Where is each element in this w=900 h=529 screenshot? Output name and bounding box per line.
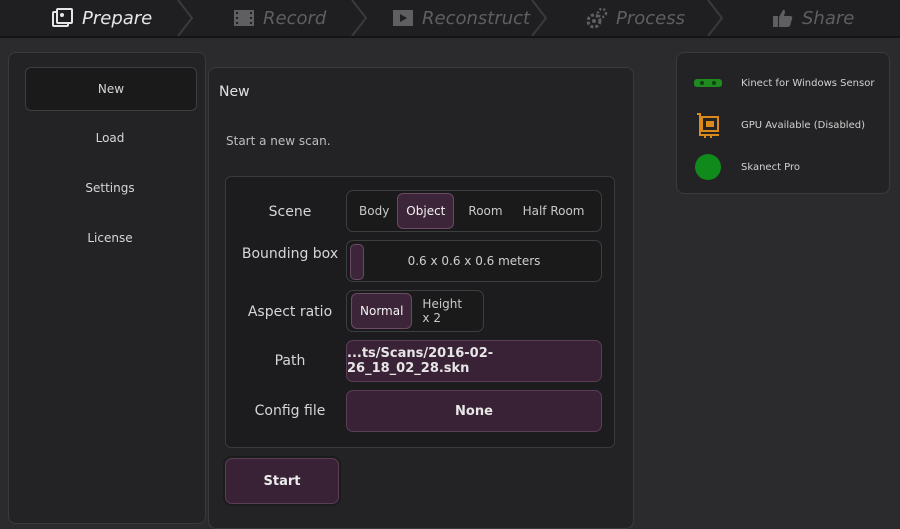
status-text: GPU Available (Disabled) <box>741 119 865 131</box>
config-file-field[interactable]: None <box>346 390 602 432</box>
nav-item-settings[interactable]: Settings <box>25 167 195 209</box>
nav-item-new[interactable]: New <box>25 67 197 111</box>
aspect-ratio-selector: Normal Height x 2 <box>346 290 484 332</box>
step-process[interactable]: Process <box>586 0 685 36</box>
scene-selector: Body Object Room Half Room <box>346 190 602 232</box>
chevron-separator-icon <box>177 0 194 36</box>
step-reconstruct[interactable]: Reconstruct <box>392 0 530 36</box>
chevron-separator-icon <box>707 0 724 36</box>
nav-item-license[interactable]: License <box>25 217 195 259</box>
panel-subtitle: Start a new scan. <box>226 134 331 148</box>
status-text: Kinect for Windows Sensor <box>741 77 875 89</box>
step-label: Prepare <box>82 7 153 29</box>
status-row-gpu: GPU Available (Disabled) <box>691 110 865 140</box>
gpu-card-icon <box>691 110 725 140</box>
green-status-dot-icon <box>691 152 725 182</box>
scan-settings-form: Scene Body Object Room Half Room Boundin… <box>225 176 615 448</box>
bounding-box-value: 0.6 x 0.6 x 0.6 meters <box>407 254 541 268</box>
step-label: Process <box>616 7 685 29</box>
wizard-bar: Prepare Record Reconstruct Process Share <box>0 0 900 38</box>
path-label: Path <box>274 353 306 369</box>
nav-item-load[interactable]: Load <box>25 117 195 159</box>
status-row-sensor: Kinect for Windows Sensor <box>691 68 874 98</box>
panel-title: New <box>219 84 250 100</box>
step-label: Reconstruct <box>422 7 531 29</box>
config-file-label: Config file <box>254 403 326 419</box>
scene-option-half-room[interactable]: Half Room <box>515 194 593 228</box>
photo-stack-icon <box>52 7 74 29</box>
path-value: ...ts/Scans/2016-02-26_18_02_28.skn <box>347 346 494 376</box>
bounding-box-label: Bounding box <box>241 246 339 262</box>
nav-item-label: License <box>87 231 133 245</box>
status-row-license: Skanect Pro <box>691 152 800 182</box>
step-label: Record <box>263 7 327 29</box>
scene-option-room[interactable]: Room <box>460 194 510 228</box>
nav-item-label: Settings <box>85 181 135 195</box>
status-text: Skanect Pro <box>741 161 801 173</box>
path-field[interactable]: ...ts/Scans/2016-02-26_18_02_28.skn <box>346 340 602 382</box>
step-share[interactable]: Share <box>772 0 854 36</box>
gears-icon <box>586 7 608 29</box>
aspect-option-height-x2[interactable]: Height x 2 <box>414 294 479 328</box>
scene-option-body[interactable]: Body <box>351 194 397 228</box>
bounding-box-slider[interactable]: 0.6 x 0.6 x 0.6 meters <box>346 240 602 282</box>
kinect-sensor-icon <box>691 68 725 98</box>
step-label: Share <box>802 7 855 29</box>
chevron-separator-icon <box>351 0 368 36</box>
scene-label: Scene <box>268 204 312 220</box>
config-file-value: None <box>455 403 493 419</box>
left-nav-panel: New Load Settings License <box>8 52 206 524</box>
step-record[interactable]: Record <box>233 0 326 36</box>
new-scan-panel: New Start a new scan. Scene Body Object … <box>208 67 634 529</box>
device-status-panel: Kinect for Windows Sensor GPU Available … <box>676 52 890 194</box>
aspect-ratio-label: Aspect ratio <box>247 304 333 320</box>
nav-item-label: New <box>97 82 125 96</box>
scene-option-object[interactable]: Object <box>397 193 455 229</box>
thumbs-up-icon <box>772 7 794 29</box>
step-prepare[interactable]: Prepare <box>52 0 152 36</box>
slider-handle[interactable] <box>350 244 364 280</box>
film-play-icon <box>392 7 414 29</box>
nav-item-label: Load <box>95 131 125 145</box>
start-button[interactable]: Start <box>225 458 339 504</box>
film-icon <box>233 7 255 29</box>
chevron-separator-icon <box>531 0 548 36</box>
aspect-option-normal[interactable]: Normal <box>351 293 413 329</box>
